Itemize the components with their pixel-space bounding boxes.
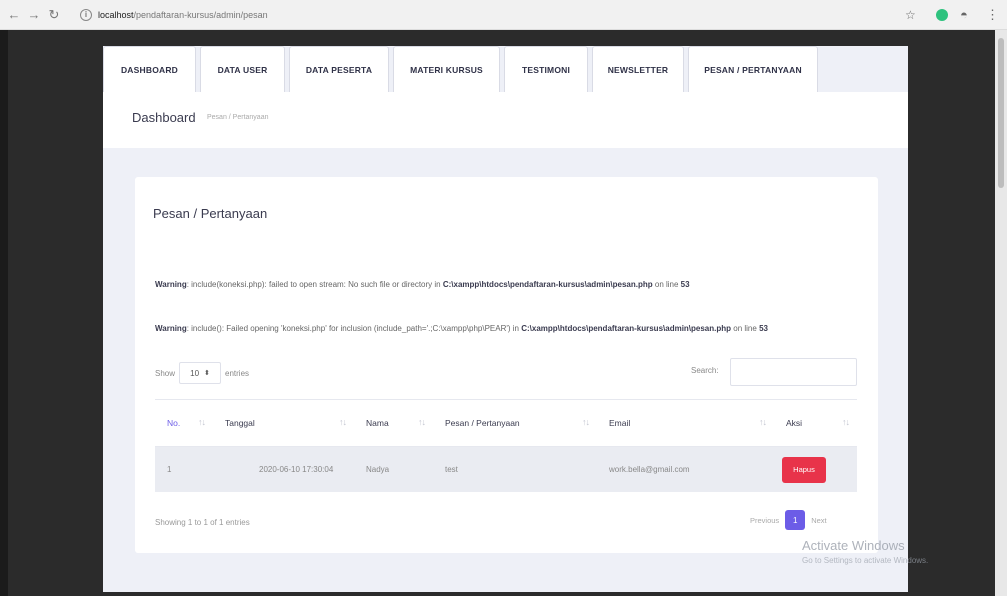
cell-nama: Nadya	[366, 465, 390, 474]
search-label: Search:	[691, 366, 719, 375]
profile-icon[interactable]: ◓	[960, 8, 968, 22]
php-warning: Warning: include(): Failed opening 'kone…	[155, 322, 865, 335]
column-header-tanggal[interactable]: Tanggal ↑↓	[213, 400, 354, 446]
warning-on-line: on line	[652, 280, 681, 289]
entries-select[interactable]: 10 ⬍	[179, 362, 222, 384]
page-title: Dashboard	[132, 110, 196, 125]
sort-icon: ↑↓	[842, 417, 850, 427]
forward-arrow-icon[interactable]: →	[26, 7, 42, 23]
column-header-aksi[interactable]: Aksi ↑↓	[774, 400, 857, 446]
card-title: Pesan / Pertanyaan	[153, 206, 268, 221]
warning-label: Warning	[155, 324, 187, 333]
search-input[interactable]	[730, 358, 857, 386]
tab-materi-kursus[interactable]: MATERI KURSUS	[393, 46, 500, 92]
php-warning: Warning: include(koneksi.php): failed to…	[155, 278, 865, 291]
star-bookmark-icon[interactable]: ☆	[905, 8, 916, 22]
warning-text: : include(): Failed opening 'koneksi.php…	[186, 324, 522, 333]
url-path: /pendaftaran-kursus/admin/pesan	[133, 10, 268, 20]
show-label: Show	[155, 368, 176, 378]
table-info: Showing 1 to 1 of 1 entries	[155, 518, 250, 527]
address-bar[interactable]: i localhost/pendaftaran-kursus/admin/pes…	[80, 6, 880, 24]
warning-label: Warning	[155, 280, 187, 289]
info-icon[interactable]: i	[80, 9, 92, 21]
sort-icon: ↑↓	[339, 417, 347, 427]
column-header-pesan[interactable]: Pesan / Pertanyaan ↑↓	[433, 400, 597, 446]
watermark-subtitle: Go to Settings to activate Windows.	[802, 556, 929, 565]
breadcrumb[interactable]: Pesan / Pertanyaan	[207, 114, 269, 121]
watermark-title: Activate Windows	[802, 538, 905, 553]
tab-testimoni[interactable]: TESTIMONI	[504, 46, 588, 92]
cell-no: 1	[167, 465, 172, 474]
column-header-email[interactable]: Email ↑↓	[597, 400, 774, 446]
main-tabs: DASHBOARD DATA USER DATA PESERTA MATERI …	[103, 46, 818, 92]
table-row: 1 2020-06-10 17:30:04 Nadya test work.be…	[155, 447, 857, 492]
column-header-nama[interactable]: Nama ↑↓	[354, 400, 433, 446]
column-header-no[interactable]: No. ↑↓	[155, 400, 213, 446]
tab-dashboard[interactable]: DASHBOARD	[103, 46, 196, 92]
cell-aksi: Hapus	[774, 447, 857, 492]
warning-line: 53	[759, 324, 768, 333]
browser-toolbar: ← → ↻ i localhost/pendaftaran-kursus/adm…	[0, 0, 1007, 30]
tab-newsletter[interactable]: NEWSLETTER	[592, 46, 684, 92]
sort-icon: ↑↓	[759, 417, 767, 427]
tab-data-user[interactable]: DATA USER	[200, 46, 285, 92]
scrollbar[interactable]	[995, 30, 1007, 596]
warning-text: : include(koneksi.php): failed to open s…	[186, 280, 443, 289]
warning-line: 53	[680, 280, 690, 289]
table-header-row: No. ↑↓ Tanggal ↑↓ Nama ↑↓ Pesan / Pertanyaa…	[155, 399, 857, 447]
cell-pesan: test	[445, 465, 458, 474]
window-left-edge	[0, 30, 8, 596]
reload-icon[interactable]: ↻	[46, 7, 62, 23]
url-host: localhost	[98, 10, 134, 20]
menu-kebab-icon[interactable]: ⋮	[986, 8, 999, 22]
sort-icon: ↑↓	[418, 417, 426, 427]
sort-icon: ↑↓	[198, 417, 206, 427]
tab-pesan-pertanyaan[interactable]: PESAN / PERTANYAAN	[688, 46, 818, 92]
pagination-previous[interactable]: Previous	[750, 516, 779, 525]
tab-data-peserta[interactable]: DATA PESERTA	[289, 46, 389, 92]
delete-button[interactable]: Hapus	[782, 456, 826, 483]
select-arrows-icon: ⬍	[204, 370, 210, 377]
messages-table: No. ↑↓ Tanggal ↑↓ Nama ↑↓ Pesan / Pertanyaa…	[155, 399, 857, 492]
pagination-next[interactable]: Next	[811, 516, 826, 525]
pagination-page-1[interactable]: 1	[785, 510, 806, 530]
entries-label: entries	[225, 368, 250, 378]
scrollbar-thumb[interactable]	[998, 38, 1004, 188]
pagination: Previous 1 Next	[750, 510, 827, 530]
windows-activation-watermark: Activate Windows Go to Settings to activ…	[802, 538, 928, 565]
entries-length-control: Show 10 ⬍ entries	[155, 362, 249, 384]
cell-tanggal: 2020-06-10 17:30:04	[259, 465, 334, 474]
entries-value: 10	[190, 368, 200, 378]
extension-icon[interactable]	[936, 9, 948, 21]
sort-icon: ↑↓	[582, 417, 590, 427]
warning-file: C:\xampp\htdocs\pendaftaran-kursus\admin…	[521, 324, 732, 333]
warning-on-line: on line	[731, 324, 760, 333]
cell-email: work.bella@gmail.com	[609, 465, 690, 474]
warning-file: C:\xampp\htdocs\pendaftaran-kursus\admin…	[442, 280, 653, 289]
back-arrow-icon[interactable]: ←	[6, 7, 22, 23]
